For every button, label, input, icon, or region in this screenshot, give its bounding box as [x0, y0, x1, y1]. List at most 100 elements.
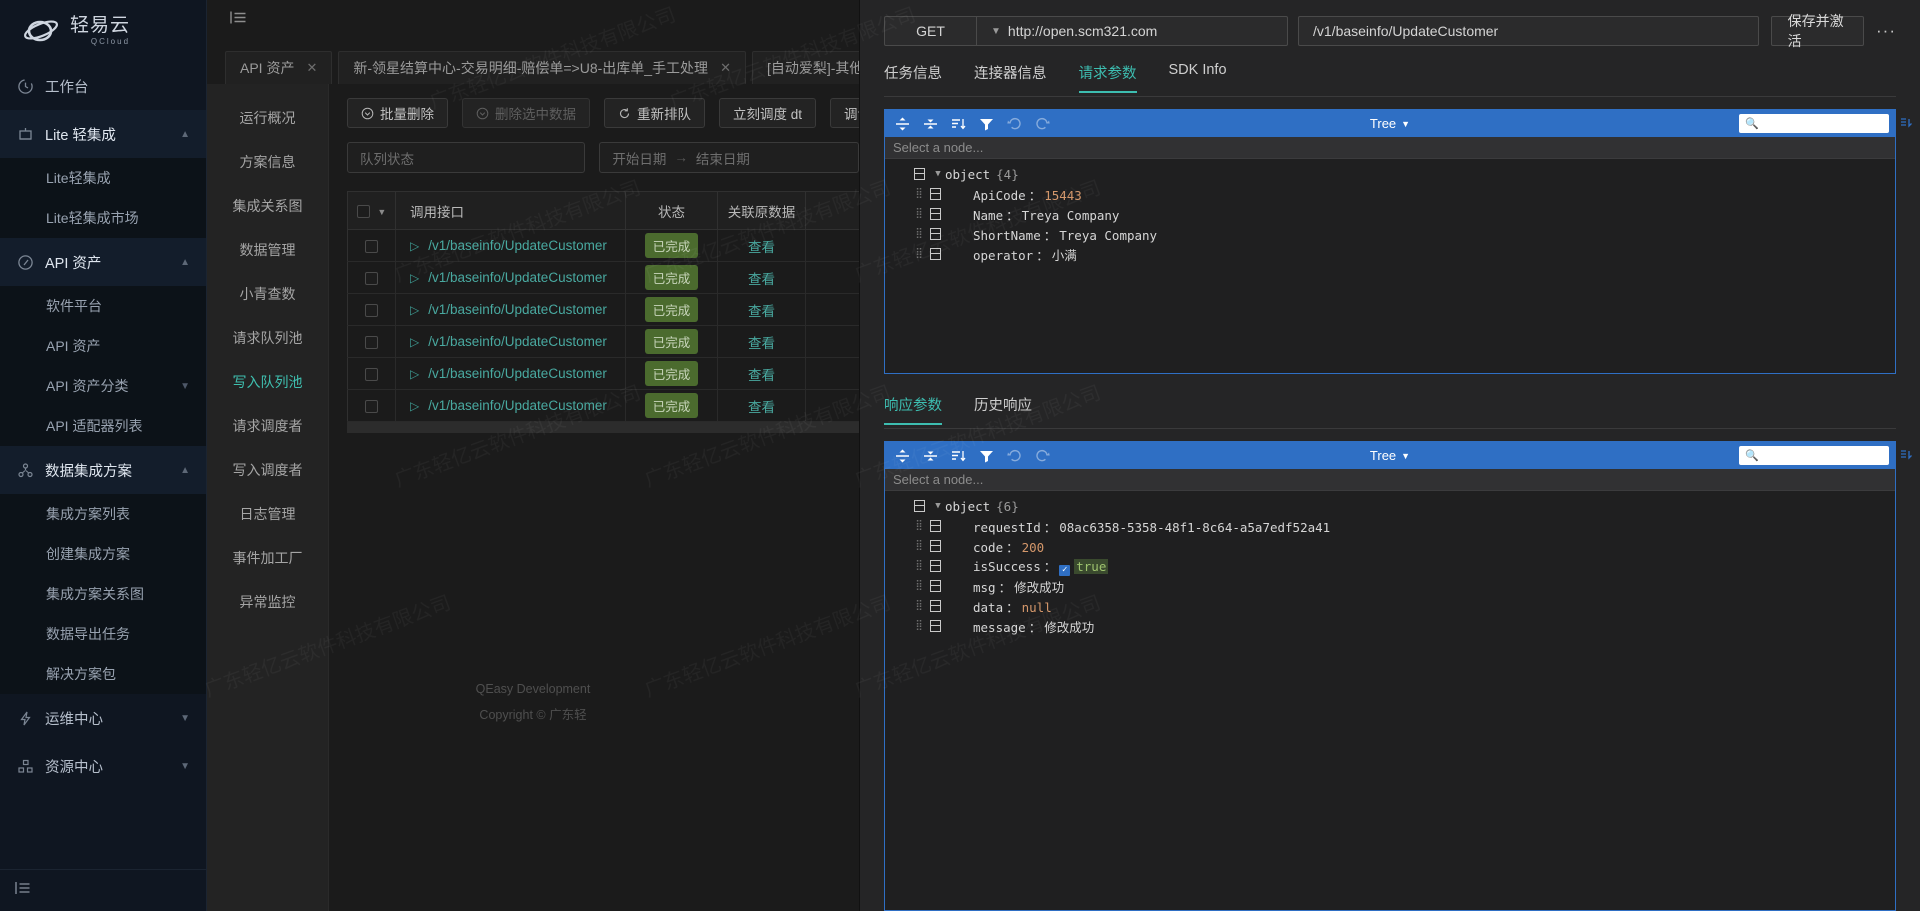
json-node-row[interactable]: ⣿ ApiCode： 15443	[885, 184, 1895, 204]
drag-handle-icon[interactable]: ⣿	[911, 229, 927, 239]
filter-icon[interactable]	[977, 448, 995, 464]
editor-search-box[interactable]: 🔍	[1739, 114, 1889, 133]
node-value[interactable]: null	[1022, 600, 1052, 615]
json-node-row[interactable]: ⣿ ShortName： Treya Company	[885, 224, 1895, 244]
sidebar-subitem-plan-list[interactable]: 集成方案列表	[0, 494, 206, 534]
json-node-row[interactable]: ⣿ requestId： 08ac6358-5358-48f1-8c64-a5a7…	[885, 516, 1895, 536]
sidebar-item-resource-center[interactable]: 资源中心 ▼	[0, 742, 206, 790]
vmenu-item-exception-monitor[interactable]: 异常监控	[207, 580, 328, 624]
request-select-node[interactable]: Select a node...	[885, 137, 1895, 159]
row-checkbox[interactable]	[365, 367, 378, 381]
editor-search-nav[interactable]	[1899, 117, 1913, 130]
schedule-now-button[interactable]: 立刻调度 dt	[719, 98, 817, 128]
editor-search-nav[interactable]	[1899, 449, 1913, 462]
tab-sdk-info[interactable]: SDK Info	[1169, 62, 1227, 86]
drag-handle-icon[interactable]: ⣿	[911, 621, 927, 631]
collapse-panel-icon[interactable]	[229, 8, 248, 32]
expand-all-icon[interactable]	[893, 116, 911, 132]
node-value[interactable]: 200	[1022, 540, 1045, 555]
sidebar-subitem-api-assets[interactable]: API 资产	[0, 326, 206, 366]
json-node-row[interactable]: ⣿ message：修改成功	[885, 616, 1895, 636]
tab-request-params[interactable]: 请求参数	[1078, 62, 1137, 93]
view-link[interactable]: 查看	[748, 336, 775, 351]
collapse-all-icon[interactable]	[921, 448, 939, 464]
table-row[interactable]: ▷ /v1/baseinfo/UpdateCustomer 已完成 查看 2023…	[347, 389, 859, 422]
batch-delete-button[interactable]: 批量删除	[347, 98, 448, 128]
sidebar-subitem-export-task[interactable]: 数据导出任务	[0, 614, 206, 654]
response-select-node[interactable]: Select a node...	[885, 469, 1895, 491]
save-activate-button[interactable]: 保存并激活	[1770, 13, 1865, 49]
tab-task-info[interactable]: 任务信息	[884, 62, 942, 91]
tab-connector-info[interactable]: 连接器信息	[974, 62, 1047, 91]
sidebar-subitem-plan-diagram[interactable]: 集成方案关系图	[0, 574, 206, 614]
table-row[interactable]: ▷ /v1/baseinfo/UpdateCustomer 已完成 查看 2023…	[347, 325, 859, 358]
vmenu-item-event-factory[interactable]: 事件加工厂	[207, 536, 328, 580]
json-node-row[interactable]: ⣿ code： 200	[885, 536, 1895, 556]
queue-status-input[interactable]: 队列状态	[347, 142, 586, 173]
drag-handle-icon[interactable]: ⣿	[911, 541, 927, 551]
node-value[interactable]: true	[1074, 559, 1109, 575]
row-checkbox[interactable]	[365, 239, 378, 253]
drag-handle-icon[interactable]: ⣿	[911, 521, 927, 531]
node-value[interactable]: 15443	[1044, 188, 1082, 203]
json-node-row[interactable]: ⣿ isSuccess： ✓ true	[885, 556, 1895, 576]
json-node-row[interactable]: ⣿ Name： Treya Company	[885, 204, 1895, 224]
view-link[interactable]: 查看	[748, 304, 775, 319]
sort-icon[interactable]	[949, 448, 967, 464]
row-checkbox[interactable]	[365, 399, 378, 413]
select-all-header[interactable]: ▼	[347, 191, 396, 230]
node-value[interactable]: 08ac6358-5358-48f1-8c64-a5a7edf52a41	[1059, 520, 1330, 535]
json-node-row[interactable]: ⣿ operator：小满	[885, 244, 1895, 264]
node-value[interactable]: Treya Company	[1022, 208, 1120, 223]
sidebar-subitem-lite-integration[interactable]: Lite轻集成	[0, 158, 206, 198]
host-select[interactable]: ▼ http://open.scm321.com	[977, 23, 1287, 39]
node-value[interactable]: Treya Company	[1059, 228, 1157, 243]
sidebar-subitem-software-platform[interactable]: 软件平台	[0, 286, 206, 326]
view-link[interactable]: 查看	[748, 240, 775, 255]
filter-icon[interactable]	[977, 116, 995, 132]
vmenu-item-write-queue[interactable]: 写入队列池	[207, 360, 328, 404]
table-row[interactable]: ▷ /v1/baseinfo/UpdateCustomer 已完成 查看 2024…	[347, 229, 859, 262]
table-row[interactable]: ▷ /v1/baseinfo/UpdateCustomer 已完成 查看 2024…	[347, 261, 859, 294]
sort-icon[interactable]	[949, 116, 967, 132]
vmenu-item-query-tool[interactable]: 小青查数	[207, 272, 328, 316]
vmenu-item-relation-diagram[interactable]: 集成关系图	[207, 184, 328, 228]
json-node-row[interactable]: ⣿ data： null	[885, 596, 1895, 616]
sidebar-item-ops-center[interactable]: 运维中心 ▼	[0, 694, 206, 742]
vmenu-item-request-scheduler[interactable]: 请求调度者	[207, 404, 328, 448]
tab-response-params[interactable]: 响应参数	[884, 394, 942, 425]
vmenu-item-request-queue[interactable]: 请求队列池	[207, 316, 328, 360]
drag-handle-icon[interactable]: ⣿	[911, 209, 927, 219]
editor-search-box[interactable]: 🔍	[1739, 446, 1889, 465]
debugger-button[interactable]: 调试器	[830, 98, 859, 128]
view-link[interactable]: 查看	[748, 368, 775, 383]
editor-mode-select[interactable]: Tree ▼	[1370, 448, 1410, 463]
sidebar-subitem-create-plan[interactable]: 创建集成方案	[0, 534, 206, 574]
requeue-button[interactable]: 重新排队	[604, 98, 705, 128]
vmenu-item-overview[interactable]: 运行概况	[207, 96, 328, 140]
node-value[interactable]: 修改成功	[1044, 620, 1094, 635]
boolean-checkbox[interactable]: ✓	[1059, 564, 1071, 576]
vmenu-item-plan-info[interactable]: 方案信息	[207, 140, 328, 184]
http-method-select[interactable]: GET	[885, 17, 977, 45]
node-value[interactable]: 小满	[1052, 248, 1077, 263]
select-all-checkbox[interactable]	[356, 204, 370, 218]
drag-handle-icon[interactable]: ⣿	[911, 581, 927, 591]
sidebar-subitem-lite-market[interactable]: Lite轻集成市场	[0, 198, 206, 238]
drag-handle-icon[interactable]: ⣿	[911, 561, 927, 571]
more-options-icon[interactable]: ···	[1876, 21, 1896, 41]
expand-all-icon[interactable]	[893, 448, 911, 464]
close-icon[interactable]: ✕	[720, 60, 731, 76]
node-value[interactable]: 修改成功	[1014, 580, 1064, 595]
row-checkbox[interactable]	[365, 335, 378, 349]
table-horizontal-scrollbar[interactable]	[347, 422, 859, 433]
json-root-row[interactable]: ▼ object {4}	[885, 164, 1895, 184]
tab-settlement-center[interactable]: 新-领星结算中心-交易明细-赔偿单=>U8-出库单_手工处理 ✕	[338, 51, 746, 84]
sidebar-subitem-api-category[interactable]: API 资产分类 ▼	[0, 366, 206, 406]
date-range-input[interactable]: 开始日期 → 结束日期	[599, 142, 859, 173]
close-icon[interactable]: ✕	[306, 60, 317, 76]
delete-selected-button[interactable]: 删除选中数据	[462, 98, 590, 128]
drag-handle-icon[interactable]: ⣿	[911, 189, 927, 199]
drag-handle-icon[interactable]: ⣿	[911, 249, 927, 259]
sidebar-item-api-assets[interactable]: API 资产 ▲	[0, 238, 206, 286]
